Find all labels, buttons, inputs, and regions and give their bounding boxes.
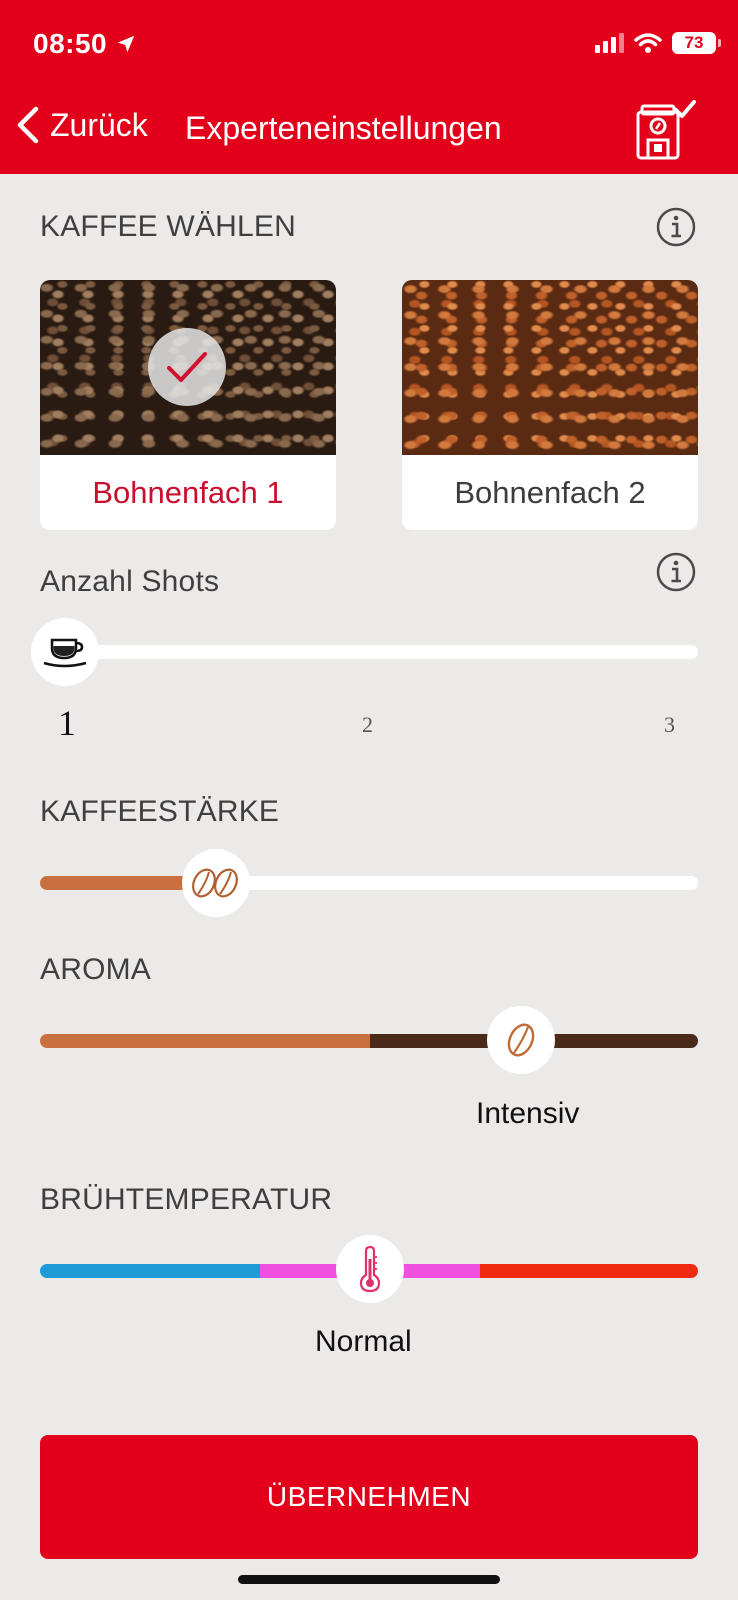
shots-slider-knob[interactable]: [31, 618, 99, 686]
bean-container-1-card[interactable]: Bohnenfach 1: [40, 280, 336, 530]
info-icon[interactable]: [656, 207, 696, 247]
apply-button[interactable]: ÜBERNEHMEN: [40, 1435, 698, 1559]
status-time-text: 08:50: [33, 28, 108, 59]
espresso-cup-icon: [43, 638, 87, 668]
status-indicators: 73: [595, 32, 721, 54]
battery-icon: 73: [672, 32, 721, 54]
temperature-slider-knob[interactable]: [336, 1235, 404, 1303]
temperature-hot-segment: [480, 1264, 698, 1278]
coffee-machine-check-icon[interactable]: [632, 98, 698, 167]
header-bar: 08:50 73 Zurück Experteneinstellungen: [0, 0, 738, 174]
aroma-value: Intensiv: [476, 1097, 580, 1130]
aroma-slider-knob[interactable]: [487, 1006, 555, 1074]
temperature-value: Normal: [315, 1325, 412, 1358]
chevron-left-icon: [17, 106, 39, 144]
dark-beans-image: [40, 280, 336, 455]
checkmark-icon: [148, 328, 226, 406]
shots-tick-2: 2: [362, 712, 373, 737]
bean-container-2-card[interactable]: Bohnenfach 2: [402, 280, 698, 530]
cellular-signal-icon: [595, 33, 624, 53]
location-arrow-icon: [117, 35, 135, 53]
shots-label: Anzahl Shots: [40, 565, 220, 598]
status-time: 08:50: [33, 28, 137, 60]
thermometer-icon: [359, 1245, 381, 1293]
two-beans-icon: [192, 868, 238, 898]
brew-temperature-label: BRÜHTEMPERATUR: [40, 1183, 333, 1216]
wifi-icon: [634, 33, 662, 53]
aroma-fill-light: [40, 1034, 370, 1048]
coffee-select-label: KAFFEE WÄHLEN: [40, 210, 296, 243]
light-beans-image: [402, 280, 698, 455]
strength-slider-knob[interactable]: [182, 849, 250, 917]
strength-label: KAFFEESTÄRKE: [40, 795, 280, 828]
aroma-slider-track[interactable]: [40, 1034, 698, 1048]
bean-container-2-label: Bohnenfach 2: [454, 474, 646, 510]
aroma-label: AROMA: [40, 953, 152, 986]
strength-slider-track[interactable]: [40, 876, 698, 890]
back-label: Zurück: [50, 106, 148, 143]
home-indicator: [238, 1575, 500, 1584]
info-icon[interactable]: [656, 552, 696, 592]
shots-slider-track[interactable]: [40, 645, 698, 659]
back-button[interactable]: Zurück: [16, 106, 148, 144]
shots-tick-3: 3: [664, 712, 675, 737]
shots-tick-1: 1: [58, 703, 76, 743]
page-title: Experteneinstellungen: [185, 110, 502, 146]
coffee-bean-icon: [507, 1023, 535, 1057]
temperature-cold-segment: [40, 1264, 260, 1278]
bean-container-1-label: Bohnenfach 1: [92, 474, 284, 510]
